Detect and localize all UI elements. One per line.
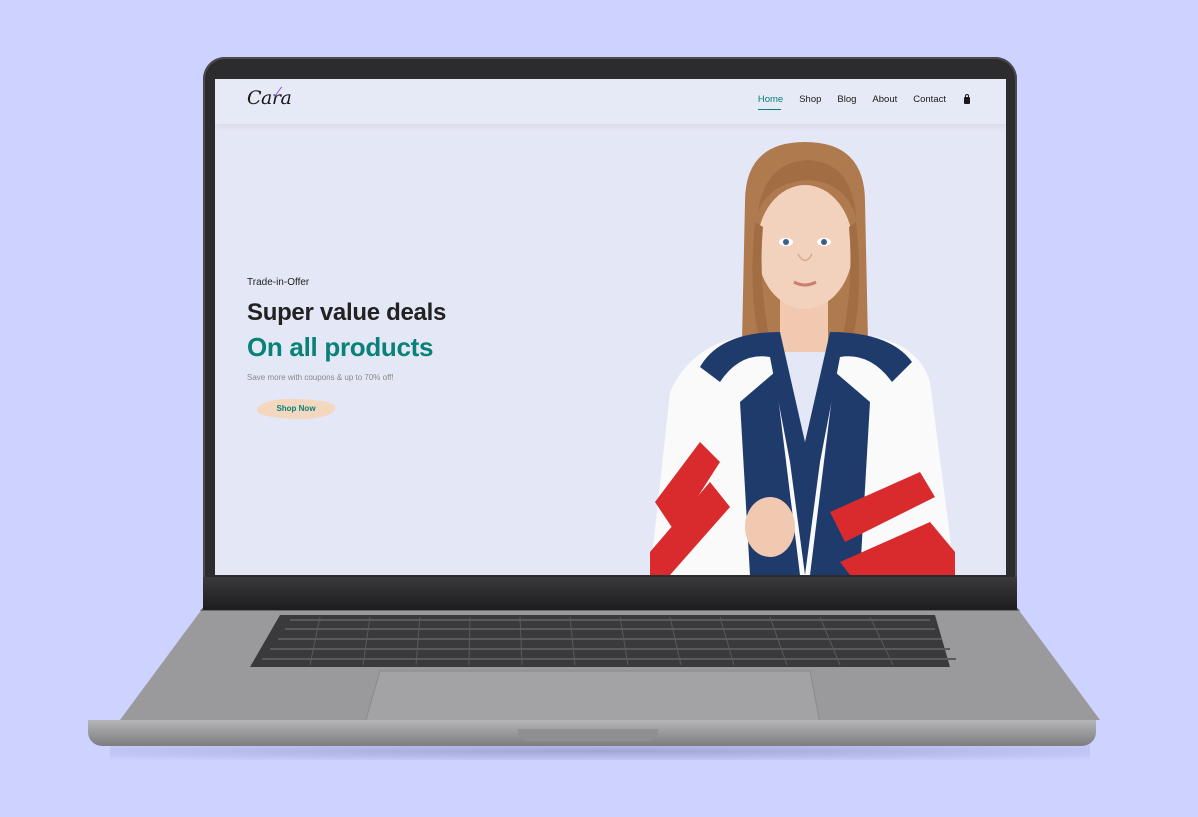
hero-subheadline: On all products (247, 332, 434, 362)
trackpad (364, 670, 821, 724)
hero-headline: Super value deals (247, 299, 446, 326)
laptop-hinge (203, 577, 1017, 610)
hero-model-image (650, 142, 955, 575)
nav-contact[interactable]: Contact (913, 94, 946, 105)
laptop-screen: Cara Home Shop Blog About Contact Trade-… (215, 79, 1006, 575)
nav-blog[interactable]: Blog (837, 94, 856, 105)
site-header: Cara Home Shop Blog About Contact (215, 79, 1006, 124)
main-nav: Home Shop Blog About Contact (757, 94, 970, 110)
shop-now-button[interactable]: Shop Now (257, 399, 335, 419)
shopping-bag-icon[interactable] (964, 94, 970, 104)
hero-tagline: Trade-in-Offer (247, 277, 310, 288)
laptop-base (120, 605, 1100, 724)
nav-shop[interactable]: Shop (799, 94, 821, 105)
hero-content: Trade-in-Offer Super value deals On all … (247, 277, 446, 419)
nav-home[interactable]: Home (757, 94, 783, 110)
nav-about[interactable]: About (872, 94, 897, 105)
laptop-notch (518, 729, 658, 741)
hero-description: Save more with coupons & up to 70% off! (247, 373, 394, 382)
